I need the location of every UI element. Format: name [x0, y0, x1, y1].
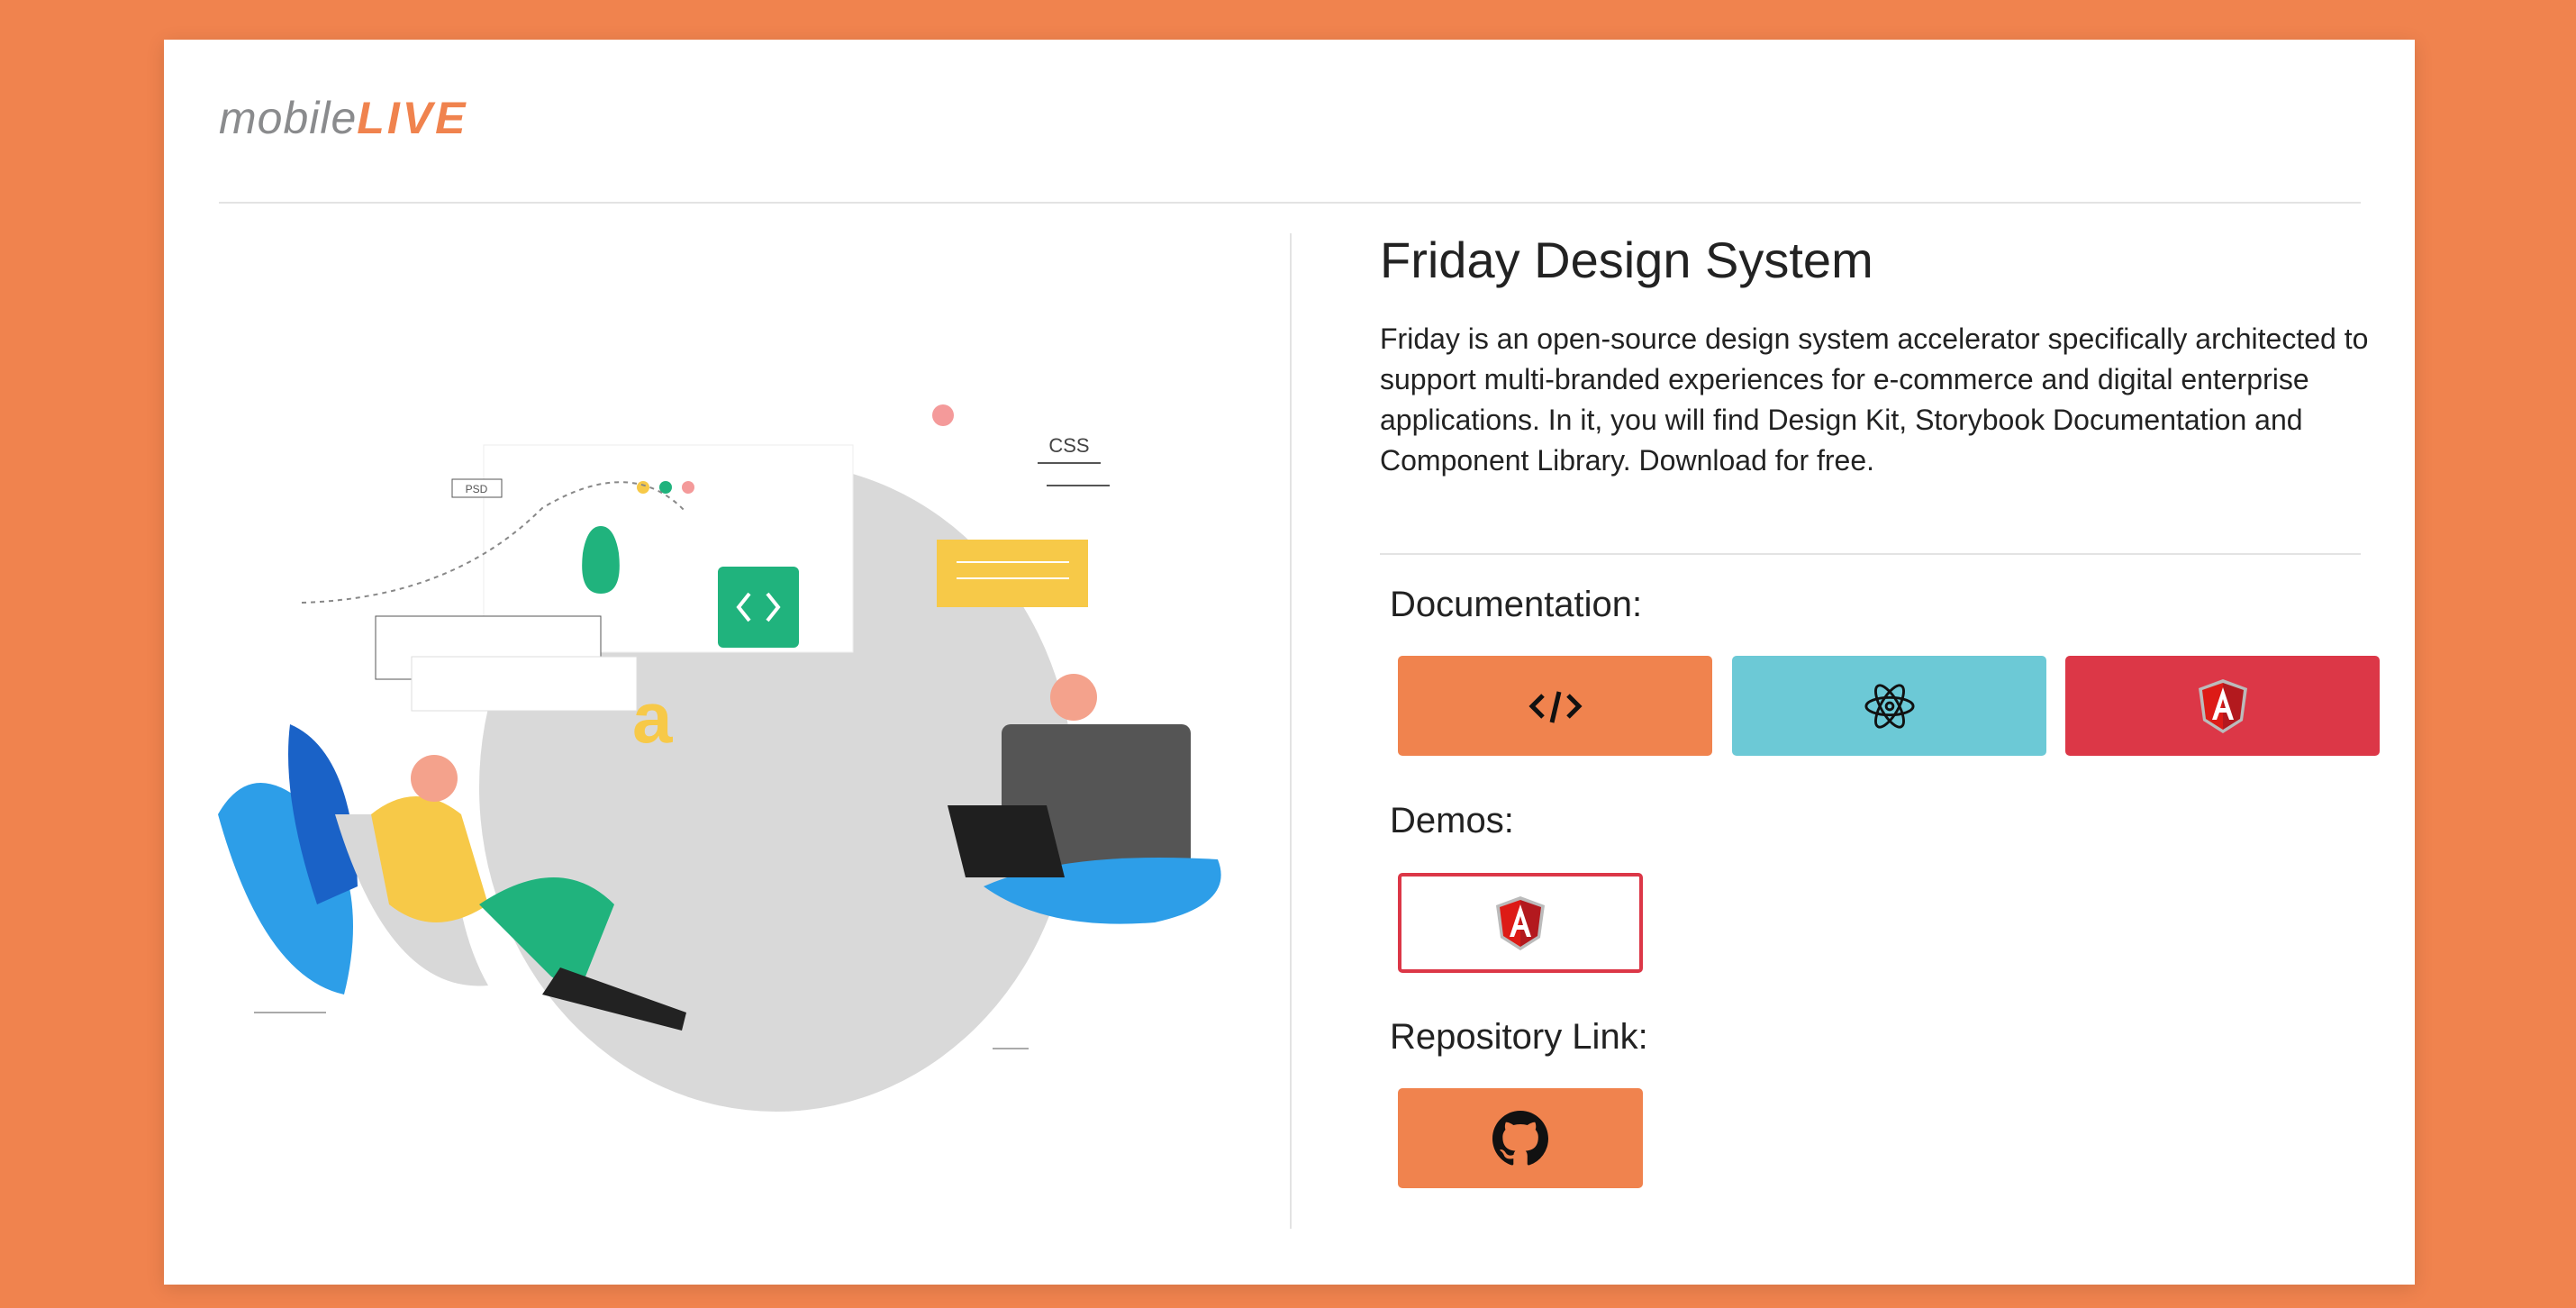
chat-bubble — [937, 540, 1088, 607]
docs-html-button[interactable] — [1398, 656, 1712, 756]
demos-heading: Demos: — [1390, 801, 1514, 840]
demo-angular-button[interactable] — [1398, 873, 1643, 973]
page-title: Friday Design System — [1380, 232, 1873, 288]
pink-dot — [932, 404, 954, 426]
mobilelive-logo: mobileLIVE — [219, 93, 468, 143]
pen-tool-icon — [582, 526, 620, 594]
repository-heading: Repository Link: — [1390, 1017, 1648, 1057]
docs-angular-button[interactable] — [2065, 656, 2380, 756]
angular-icon — [2198, 678, 2247, 733]
vertical-divider — [1290, 233, 1292, 1229]
laptop — [948, 805, 1065, 877]
section-divider — [1380, 553, 2361, 555]
svg-text:PSD: PSD — [466, 483, 488, 495]
code-block — [718, 567, 799, 648]
svg-text:a: a — [632, 677, 673, 758]
github-icon — [1492, 1110, 1548, 1165]
hero-illustration: PSD CSS a — [218, 404, 1221, 1112]
docs-react-button[interactable] — [1732, 656, 2046, 756]
code-icon — [1528, 690, 1583, 723]
header-divider — [219, 202, 2361, 204]
main-card: mobileLIVE PSD CSS a Friday Design Syste… — [164, 40, 2415, 1285]
documentation-heading: Documentation: — [1390, 585, 1643, 624]
description: Friday is an open-source design system a… — [1380, 322, 2369, 477]
github-repo-button[interactable] — [1398, 1088, 1643, 1188]
angular-icon — [1496, 895, 1545, 950]
react-icon — [1864, 683, 1915, 729]
svg-text:CSS: CSS — [1048, 434, 1089, 457]
